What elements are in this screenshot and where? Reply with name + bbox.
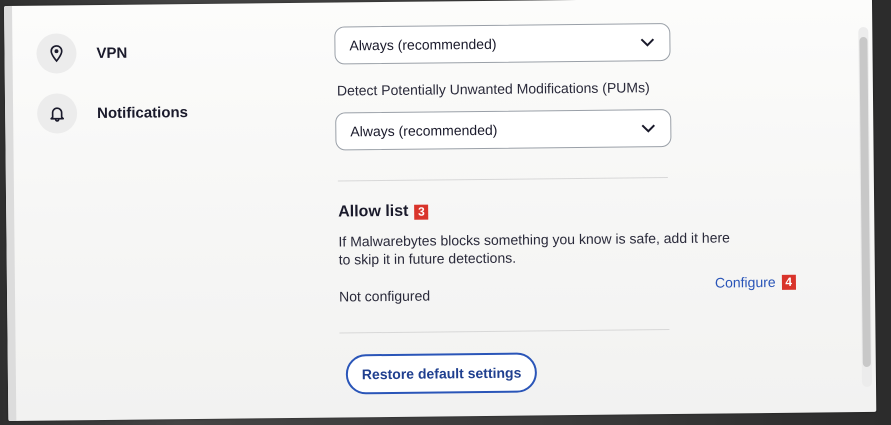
annotation-badge: 4 <box>781 274 796 290</box>
configure-link-label: Configure <box>714 273 776 291</box>
location-pin-icon <box>36 33 77 74</box>
chevron-down-icon <box>639 34 655 53</box>
sidebar-item-label: Notifications <box>97 103 189 122</box>
restore-default-settings-button[interactable]: Restore default settings <box>345 352 538 395</box>
allow-list-status: Not configured <box>338 287 431 305</box>
scrollbar-thumb[interactable] <box>859 36 871 368</box>
vpn-scan-select[interactable]: Always (recommended) <box>334 23 671 65</box>
section-divider <box>337 177 668 182</box>
annotation-badge: 3 <box>414 204 429 220</box>
select-value: Always (recommended) <box>350 121 498 140</box>
settings-panel: VPN Notifications Always (recommended) D… <box>4 0 877 421</box>
allow-list-description: If Malwarebytes blocks something you kno… <box>338 229 730 268</box>
sidebar-item-notifications[interactable]: Notifications <box>36 92 189 134</box>
scrollbar[interactable] <box>858 26 873 388</box>
configure-link[interactable]: Configure 4 <box>715 274 796 291</box>
pum-detection-select[interactable]: Always (recommended) <box>335 109 672 151</box>
bell-icon <box>36 93 78 134</box>
allow-list-title: Allow list 3 <box>338 202 429 222</box>
sidebar-item-label: VPN <box>96 44 128 62</box>
pum-setting-label: Detect Potentially Unwanted Modification… <box>336 79 650 99</box>
chevron-down-icon <box>640 120 656 139</box>
select-value: Always (recommended) <box>349 35 497 54</box>
section-divider <box>339 329 670 334</box>
sidebar-item-vpn[interactable]: VPN <box>36 33 127 74</box>
allow-list-title-text: Allow list <box>338 202 409 221</box>
